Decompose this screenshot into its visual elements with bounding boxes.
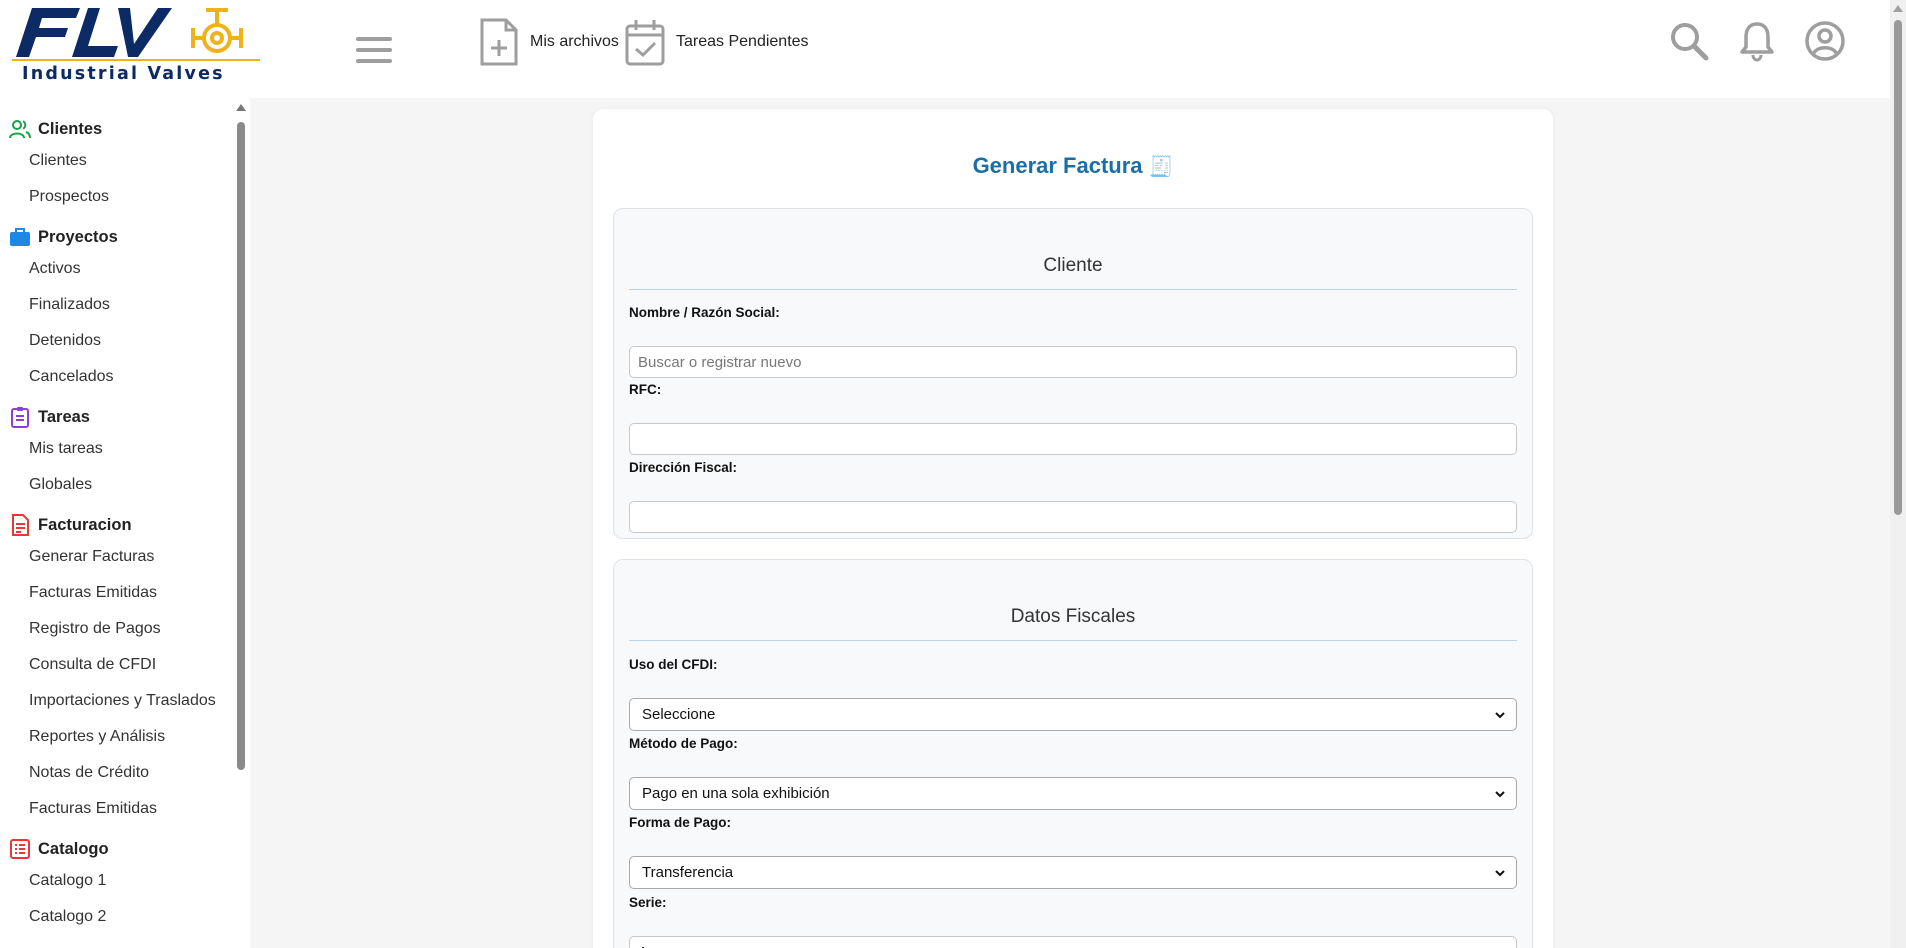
sidebar-item-reportes-y-analisis[interactable]: Reportes y Análisis bbox=[0, 719, 250, 755]
sidebar-item-registro-de-pagos[interactable]: Registro de Pagos bbox=[0, 611, 250, 647]
metodo-pago-label: Método de Pago: bbox=[629, 736, 738, 751]
sidebar-section-label: Facturacion bbox=[38, 515, 132, 534]
sidebar-section-clientes[interactable]: Clientes bbox=[0, 115, 250, 143]
sidebar-section-label: Tareas bbox=[38, 407, 90, 426]
sidebar-item-consulta-de-cfdi[interactable]: Consulta de CFDI bbox=[0, 647, 250, 683]
list-icon bbox=[10, 839, 30, 859]
sidebar-section-catalogo[interactable]: Catalogo bbox=[0, 835, 250, 863]
metodo-pago-select[interactable]: Pago en una sola exhibición bbox=[629, 777, 1517, 810]
sidebar-item-cancelados[interactable]: Cancelados bbox=[0, 359, 250, 395]
tareas-pendientes-label: Tareas Pendientes bbox=[676, 33, 809, 50]
users-icon bbox=[9, 120, 31, 139]
sidebar-item-catalogo-2[interactable]: Catalogo 2 bbox=[0, 899, 250, 935]
calendar-check-icon bbox=[625, 20, 665, 66]
sidebar-item-catalogo-1[interactable]: Catalogo 1 bbox=[0, 863, 250, 899]
tareas-pendientes-link[interactable]: Tareas Pendientes bbox=[624, 18, 809, 66]
mis-archivos-label: Mis archivos bbox=[530, 33, 619, 50]
sidebar-item-globales[interactable]: Globales bbox=[0, 467, 250, 503]
sidebar-item-detenidos[interactable]: Detenidos bbox=[0, 323, 250, 359]
rfc-input[interactable] bbox=[629, 423, 1517, 455]
page-scrollbar[interactable] bbox=[1894, 20, 1902, 515]
sidebar-item-facturas-emitidas[interactable]: Facturas Emitidas bbox=[0, 575, 250, 611]
file-plus-icon bbox=[480, 18, 518, 66]
sidebar-item-clientes[interactable]: Clientes bbox=[0, 143, 250, 179]
uso-cfdi-label: Uso del CFDI: bbox=[629, 657, 718, 672]
top-bar: Industrial Valves Mis archivos Tareas Pe… bbox=[0, 0, 1890, 98]
serie-label: Serie: bbox=[629, 895, 667, 910]
menu-toggle-icon[interactable] bbox=[356, 37, 392, 65]
cliente-fieldset: Cliente Nombre / Razón Social: RFC: Dire… bbox=[613, 208, 1533, 539]
sidebar-section-label: Catalogo bbox=[38, 839, 109, 858]
cliente-legend: Cliente bbox=[629, 255, 1517, 290]
company-logo[interactable]: Industrial Valves bbox=[10, 2, 262, 84]
logo-text: Industrial Valves bbox=[22, 64, 225, 84]
sidebar-item-finalizados[interactable]: Finalizados bbox=[0, 287, 250, 323]
chevron-down-icon bbox=[1495, 790, 1505, 797]
direccion-fiscal-label: Dirección Fiscal: bbox=[629, 460, 738, 475]
rfc-label: RFC: bbox=[629, 382, 662, 397]
datos-fiscales-legend: Datos Fiscales bbox=[629, 606, 1517, 641]
forma-pago-value: Transferencia bbox=[642, 864, 734, 881]
sidebar-item-activos[interactable]: Activos bbox=[0, 251, 250, 287]
invoice-icon bbox=[12, 514, 29, 536]
sidebar-item-generar-facturas[interactable]: Generar Facturas bbox=[0, 539, 250, 575]
receipt-icon: 🧾 bbox=[1148, 156, 1174, 178]
sidebar-section-proyectos[interactable]: Proyectos bbox=[0, 223, 250, 251]
forma-pago-select[interactable]: Transferencia bbox=[629, 856, 1517, 889]
sidebar-item-notas-de-credito[interactable]: Notas de Crédito bbox=[0, 755, 250, 791]
page-title-text: Generar Factura bbox=[972, 153, 1143, 178]
sidebar-item-prospectos[interactable]: Prospectos bbox=[0, 179, 250, 215]
sidebar-item-mis-tareas[interactable]: Mis tareas bbox=[0, 431, 250, 467]
uso-cfdi-value: Seleccione bbox=[642, 706, 716, 723]
sidebar-section-label: Clientes bbox=[38, 119, 103, 138]
sidebar-scroll-up-icon[interactable] bbox=[236, 104, 246, 111]
page-title: Generar Factura 🧾 bbox=[593, 153, 1553, 179]
chevron-down-icon bbox=[1495, 869, 1505, 876]
direccion-fiscal-input[interactable] bbox=[629, 501, 1517, 533]
sidebar-item-importaciones-y-traslados[interactable]: Importaciones y Traslados bbox=[0, 683, 250, 719]
mis-archivos-link[interactable]: Mis archivos bbox=[478, 18, 619, 66]
nombre-label: Nombre / Razón Social: bbox=[629, 305, 780, 320]
sidebar-section-tareas[interactable]: Tareas bbox=[0, 403, 250, 431]
sidebar-item-facturas-emitidas-2[interactable]: Facturas Emitidas bbox=[0, 791, 250, 827]
serie-input[interactable] bbox=[629, 936, 1517, 948]
nombre-razon-social-input[interactable] bbox=[629, 346, 1517, 378]
search-icon[interactable] bbox=[1668, 20, 1710, 62]
page-scroll-up-icon[interactable] bbox=[1893, 5, 1903, 12]
metodo-pago-value: Pago en una sola exhibición bbox=[642, 785, 830, 802]
sidebar-scrollbar[interactable] bbox=[237, 122, 245, 770]
user-circle-icon[interactable] bbox=[1804, 20, 1846, 62]
sidebar-section-label: Proyectos bbox=[38, 227, 118, 246]
sidebar-section-facturacion[interactable]: Facturacion bbox=[0, 511, 250, 539]
datos-fiscales-fieldset: Datos Fiscales Uso del CFDI: Seleccione … bbox=[613, 559, 1533, 948]
bell-icon[interactable] bbox=[1736, 20, 1778, 62]
briefcase-icon bbox=[10, 228, 30, 246]
chevron-down-icon bbox=[1495, 711, 1505, 718]
uso-cfdi-select[interactable]: Seleccione bbox=[629, 698, 1517, 731]
sidebar: Clientes Clientes Prospectos Proyectos A… bbox=[0, 98, 250, 948]
clipboard-icon bbox=[11, 407, 29, 428]
forma-pago-label: Forma de Pago: bbox=[629, 815, 732, 830]
invoice-form-card: Generar Factura 🧾 Cliente Nombre / Razón … bbox=[593, 109, 1553, 948]
